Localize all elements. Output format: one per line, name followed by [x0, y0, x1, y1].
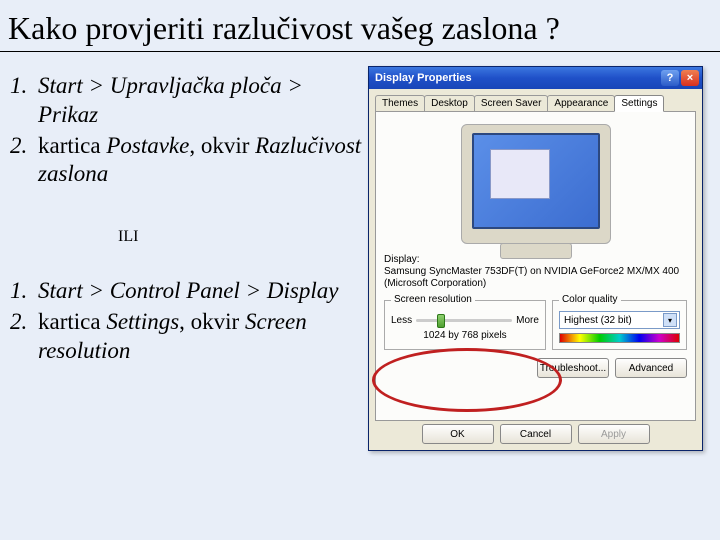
- screenshot-column: Display Properties ? × Themes Desktop Sc…: [368, 72, 703, 367]
- resolution-slider[interactable]: Less More: [391, 315, 539, 326]
- color-spectrum-icon: [559, 333, 680, 343]
- ok-button[interactable]: OK: [422, 424, 494, 444]
- advanced-button[interactable]: Advanced: [615, 358, 687, 378]
- slider-more-label: More: [516, 315, 539, 326]
- close-button[interactable]: ×: [681, 70, 699, 86]
- help-button[interactable]: ?: [661, 70, 679, 86]
- tab-screensaver[interactable]: Screen Saver: [474, 95, 549, 111]
- group-title: Color quality: [559, 294, 621, 305]
- apply-button[interactable]: Apply: [578, 424, 650, 444]
- slider-thumb[interactable]: [437, 314, 445, 328]
- list-a: 1. Start > Upravljačka ploča > Prikaz 2.…: [8, 72, 368, 189]
- color-quality-value: Highest (32 bit): [564, 315, 632, 326]
- dialog-title: Display Properties: [375, 72, 472, 84]
- list-item: 1. Start > Upravljačka ploča > Prikaz: [10, 72, 368, 130]
- monitor-screen: [472, 133, 600, 229]
- t: Settings: [106, 309, 179, 334]
- dialog-titlebar[interactable]: Display Properties ? ×: [369, 67, 702, 89]
- display-value: Samsung SyncMaster 753DF(T) on NVIDIA Ge…: [384, 266, 687, 290]
- t: kartica: [38, 133, 106, 158]
- chevron-down-icon[interactable]: ▾: [663, 313, 677, 327]
- list-text: kartica Settings, okvir Screen resolutio…: [38, 308, 368, 366]
- t: , okvir: [179, 309, 245, 334]
- troubleshoot-button[interactable]: Troubleshoot...: [537, 358, 609, 378]
- t: kartica: [38, 309, 106, 334]
- list-text: Start > Control Panel > Display: [38, 277, 338, 306]
- group-title: Screen resolution: [391, 294, 475, 305]
- t: , okvir: [189, 133, 255, 158]
- content-row: 1. Start > Upravljačka ploča > Prikaz 2.…: [0, 52, 720, 367]
- list-item: 2. kartica Settings, okvir Screen resolu…: [10, 308, 368, 366]
- inner-button-row: Troubleshoot... Advanced: [384, 358, 687, 378]
- display-line2: (Microsoft Corporation): [384, 278, 687, 290]
- list-number: 1.: [10, 72, 38, 130]
- tab-desktop[interactable]: Desktop: [424, 95, 475, 111]
- t: Postavke: [106, 133, 189, 158]
- tab-appearance[interactable]: Appearance: [547, 95, 615, 111]
- cancel-button[interactable]: Cancel: [500, 424, 572, 444]
- tab-body: Display: Samsung SyncMaster 753DF(T) on …: [375, 111, 696, 421]
- display-line1: Samsung SyncMaster 753DF(T) on NVIDIA Ge…: [384, 266, 687, 278]
- tab-themes[interactable]: Themes: [375, 95, 425, 111]
- page-title: Kako provjeriti razlučivost vašeg zaslon…: [0, 0, 720, 47]
- group-screen-resolution: Screen resolution Less More 1024 by 768 …: [384, 300, 546, 350]
- color-quality-select[interactable]: Highest (32 bit) ▾: [559, 311, 680, 329]
- list-number: 2.: [10, 308, 38, 366]
- group-color-quality: Color quality Highest (32 bit) ▾: [552, 300, 687, 350]
- display-properties-dialog: Display Properties ? × Themes Desktop Sc…: [368, 66, 703, 451]
- settings-columns: Screen resolution Less More 1024 by 768 …: [384, 300, 687, 350]
- tab-settings[interactable]: Settings: [614, 95, 664, 112]
- separator-label: ILI: [118, 227, 368, 247]
- list-item: 1. Start > Control Panel > Display: [10, 277, 368, 306]
- list-text: kartica Postavke, okvir Razlučivost zasl…: [38, 132, 368, 190]
- tab-strip: Themes Desktop Screen Saver Appearance S…: [375, 95, 696, 111]
- list-item: 2. kartica Postavke, okvir Razlučivost z…: [10, 132, 368, 190]
- monitor-preview: [461, 124, 611, 244]
- list-b: 1. Start > Control Panel > Display 2. ka…: [8, 277, 368, 365]
- slider-track[interactable]: [416, 319, 512, 322]
- list-number: 2.: [10, 132, 38, 190]
- preview-window-icon: [490, 149, 550, 199]
- dialog-button-row: OK Cancel Apply: [369, 424, 702, 444]
- resolution-value: 1024 by 768 pixels: [391, 330, 539, 341]
- slider-less-label: Less: [391, 315, 412, 326]
- list-text: Start > Upravljačka ploča > Prikaz: [38, 72, 368, 130]
- list-number: 1.: [10, 277, 38, 306]
- instructions-column: 1. Start > Upravljačka ploča > Prikaz 2.…: [8, 72, 368, 367]
